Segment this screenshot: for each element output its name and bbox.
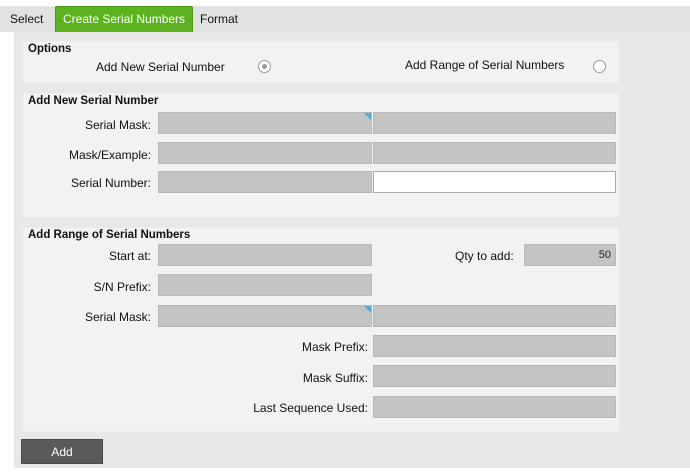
- add-new-panel: Add New Serial Number Serial Mask: Mask/…: [22, 93, 619, 218]
- start-at-label: Start at:: [108, 249, 151, 263]
- serial-mask-label: Serial Mask:: [84, 118, 151, 132]
- tab-create-serial-numbers[interactable]: Create Serial Numbers: [55, 6, 194, 32]
- qty-to-add-label: Qty to add:: [455, 249, 514, 263]
- last-sequence-used-field[interactable]: [373, 396, 616, 418]
- mask-suffix-field[interactable]: [373, 365, 616, 387]
- range-serial-mask-field-right[interactable]: [373, 305, 616, 327]
- add-new-title: Add New Serial Number: [28, 95, 159, 107]
- mask-suffix-label: Mask Suffix:: [302, 371, 368, 385]
- options-panel: Options Add New Serial Number Add Range …: [22, 41, 619, 83]
- radio-selected-dot: [262, 64, 267, 69]
- sn-prefix-label: S/N Prefix:: [93, 280, 151, 294]
- sn-prefix-field[interactable]: [158, 274, 372, 296]
- mask-example-field-left[interactable]: [158, 142, 372, 164]
- range-serial-mask-field-left[interactable]: [158, 305, 372, 327]
- serial-mask-field-left[interactable]: [158, 112, 372, 134]
- tab-bar: Select Create Serial Numbers Format: [0, 0, 690, 32]
- range-serial-mask-label: Serial Mask:: [84, 310, 151, 324]
- start-at-field[interactable]: [158, 244, 372, 266]
- add-new-radio[interactable]: [258, 60, 271, 73]
- last-sequence-used-label: Last Sequence Used:: [253, 401, 368, 415]
- add-range-option-label: Add Range of Serial Numbers: [405, 58, 565, 72]
- add-range-title: Add Range of Serial Numbers: [28, 229, 191, 241]
- serial-mask-field-right[interactable]: [373, 112, 616, 134]
- mask-prefix-label: Mask Prefix:: [301, 340, 368, 354]
- add-range-panel: Add Range of Serial Numbers Start at: Qt…: [22, 227, 619, 432]
- field-corner-marker: [364, 113, 371, 120]
- options-title: Options: [28, 43, 72, 55]
- serial-number-input[interactable]: [373, 171, 616, 193]
- serial-number-field-left[interactable]: [158, 171, 372, 193]
- qty-to-add-field[interactable]: 50: [524, 244, 616, 266]
- field-corner-marker: [364, 306, 371, 313]
- mask-prefix-field[interactable]: [373, 335, 616, 357]
- serial-number-label: Serial Number:: [70, 176, 151, 190]
- tab-format[interactable]: Format: [198, 6, 240, 32]
- add-button[interactable]: Add: [21, 439, 103, 464]
- tab-select[interactable]: Select: [8, 6, 45, 32]
- add-new-option-label: Add New Serial Number: [96, 60, 225, 74]
- add-range-radio[interactable]: [593, 60, 606, 73]
- mask-example-field-right[interactable]: [373, 142, 616, 164]
- mask-example-label: Mask/Example:: [68, 148, 151, 162]
